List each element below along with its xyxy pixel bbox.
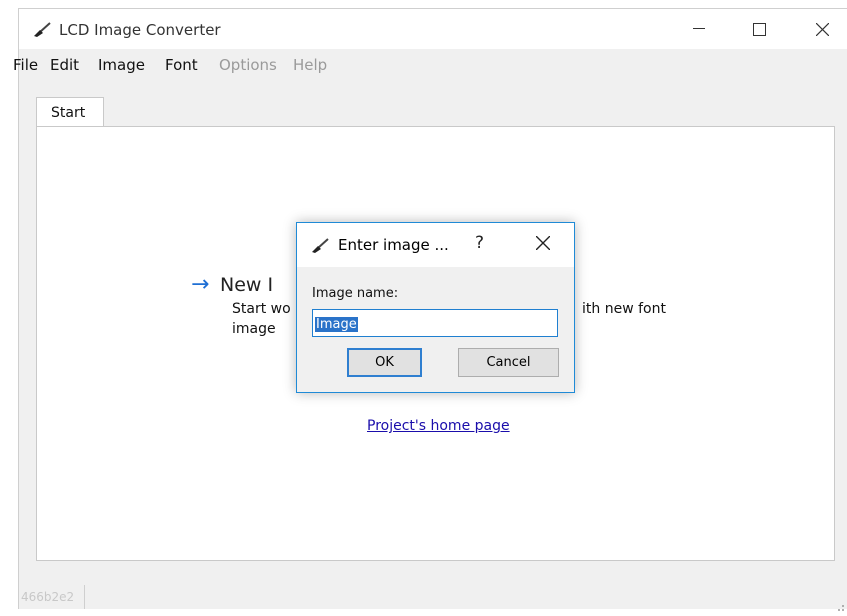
- maximize-button[interactable]: [737, 9, 781, 49]
- status-text: 466b2e2: [21, 590, 75, 604]
- menu-edit[interactable]: Edit: [50, 56, 79, 74]
- tab-start[interactable]: Start: [36, 97, 104, 127]
- project-home-link[interactable]: Project's home page: [367, 418, 510, 434]
- status-divider: [84, 585, 85, 609]
- menu-bar: File Edit Image Font Options Help: [13, 53, 847, 77]
- status-bar: 466b2e2: [19, 573, 847, 611]
- new-image-description: Start wo: [232, 301, 291, 317]
- image-name-input[interactable]: Image: [312, 309, 558, 337]
- dialog-broom-icon: [310, 238, 330, 254]
- menu-file[interactable]: File: [13, 56, 38, 74]
- ok-button[interactable]: OK: [347, 348, 422, 377]
- dialog-close-button[interactable]: [528, 230, 558, 255]
- menu-image[interactable]: Image: [98, 56, 145, 74]
- arrow-right-icon[interactable]: →: [191, 272, 209, 297]
- resize-grip-icon[interactable]: [835, 597, 845, 611]
- cancel-button[interactable]: Cancel: [458, 348, 559, 377]
- dialog-title: Enter image ...: [338, 236, 449, 254]
- close-button[interactable]: [800, 9, 844, 49]
- enter-image-dialog: Enter image ... ? Image name: Image OK C…: [296, 222, 575, 393]
- menu-help[interactable]: Help: [293, 56, 327, 74]
- app-broom-icon: [32, 22, 52, 38]
- image-name-label: Image name:: [312, 286, 399, 301]
- title-bar[interactable]: LCD Image Converter: [19, 9, 847, 49]
- help-button[interactable]: ?: [475, 233, 484, 253]
- image-name-value: Image: [315, 317, 358, 332]
- new-image-title[interactable]: New I: [220, 274, 273, 296]
- menu-options[interactable]: Options: [219, 56, 277, 74]
- dialog-title-bar[interactable]: Enter image ... ?: [297, 223, 574, 267]
- new-font-description: ith new font: [582, 301, 666, 317]
- menu-font[interactable]: Font: [165, 56, 198, 74]
- new-image-description-line2: image: [232, 321, 276, 337]
- window-title: LCD Image Converter: [59, 21, 221, 39]
- minimize-button[interactable]: [677, 9, 721, 49]
